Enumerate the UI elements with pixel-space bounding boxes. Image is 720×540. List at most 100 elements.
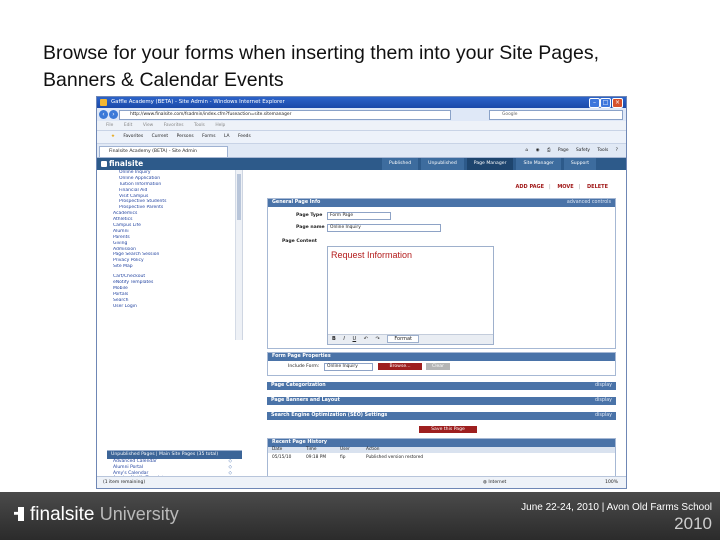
publish-icon[interactable]: ◇ (229, 488, 232, 489)
rich-text-editor[interactable]: Request Information B I U ↶ ↷ Format (327, 246, 494, 345)
undo-icon[interactable]: ↶ (364, 336, 368, 342)
maximize-icon[interactable]: □ (600, 98, 611, 108)
fav-link-current[interactable]: Current (152, 131, 169, 143)
include-form-input[interactable]: Online Inquiry (324, 363, 373, 371)
page-menu[interactable]: Page (558, 148, 569, 153)
command-bar: ⌂ ◉ ⎙ Page Safety Tools ? (520, 146, 618, 155)
delete-button[interactable]: DELETE (587, 184, 608, 190)
fav-link-persons[interactable]: Persons (177, 131, 194, 143)
page-type-select[interactable]: Form Page (327, 212, 391, 220)
tree-item-label: Giving (113, 240, 128, 246)
redo-icon[interactable]: ↷ (376, 336, 380, 342)
save-page-button[interactable]: Save this Page (419, 426, 477, 433)
tree-item-label: Tuition Information (119, 181, 162, 187)
fav-link-la[interactable]: LA (224, 131, 230, 143)
unpublished-item-label: Alumni Portal (113, 464, 144, 470)
page-editor: ADD PAGE | MOVE | DELETE General Page Info… (267, 170, 616, 486)
menu-bar: File Edit View Favorites Tools Help (97, 121, 626, 131)
action-divider: | (578, 184, 581, 190)
list-item[interactable]: Amy's Media Page Full ◇ (107, 488, 242, 489)
search-input[interactable]: Google (489, 110, 623, 120)
browse-button[interactable]: Browse... (378, 363, 422, 370)
tree-item-label: Financial Aid (119, 187, 148, 193)
tab-site-manager[interactable]: Site Manager (516, 158, 561, 170)
editor-content[interactable]: Request Information (331, 250, 412, 260)
favorites-button[interactable]: ★ Favorites (104, 131, 143, 143)
section-seo-settings[interactable]: Search Engine Optimization (SEO) Setting… (267, 412, 616, 420)
tree-item-label: Search (113, 297, 129, 303)
page-content: finalsite Published Unpublished Page Manag… (97, 158, 626, 488)
tab-support[interactable]: Support (563, 158, 597, 170)
help-icon[interactable]: ? (616, 148, 618, 153)
display-toggle[interactable]: display (595, 382, 612, 390)
tree-item-label: User Login (113, 303, 137, 309)
tree-item-label: Cart/Checkout (113, 274, 146, 280)
tab-unpublished[interactable]: Unpublished (421, 158, 464, 170)
browser-window: Gaffle Academy (BETA) - Site Admin - Win… (96, 96, 627, 489)
display-toggle[interactable]: display (595, 397, 612, 405)
menu-view[interactable]: View (143, 121, 153, 130)
site-tree: Online Inquiry▾Online Application▾Tuitio… (107, 170, 243, 340)
tree-item-label: Online Application (119, 175, 161, 181)
form-page-properties: Form Page Properties Include Form: Onlin… (267, 352, 616, 376)
history-header: Recent Page History (268, 439, 615, 447)
minimize-icon[interactable]: – (589, 98, 600, 108)
unpublished-item-label: Amy's Calendar (113, 470, 149, 476)
list-item[interactable]: Site Map▾ (107, 264, 242, 270)
safety-menu[interactable]: Safety (576, 148, 590, 153)
tree-item-label: Parents (113, 234, 130, 240)
page-name-input[interactable]: Online Inquiry (327, 224, 441, 232)
menu-tools[interactable]: Tools (194, 121, 205, 130)
zoom-level[interactable]: 100% (605, 477, 618, 488)
list-item[interactable]: User Login (107, 304, 242, 310)
tree-item-label: Athletics (113, 217, 133, 223)
col-action: Action (366, 447, 380, 452)
app-header: finalsite Published Unpublished Page Manag… (97, 158, 626, 170)
print-icon[interactable]: ⎙ (547, 148, 551, 153)
zone-label: Internet (488, 480, 507, 485)
section-page-categorization[interactable]: Page Categorization display (267, 382, 616, 390)
rss-icon[interactable]: ◉ (536, 148, 540, 153)
home-icon[interactable]: ⌂ (526, 148, 529, 153)
advanced-controls-link[interactable]: advanced controls (567, 199, 611, 207)
page-actions: ADD PAGE | MOVE | DELETE (511, 184, 608, 190)
menu-favorites[interactable]: Favorites (164, 121, 184, 130)
add-page-button[interactable]: ADD PAGE (516, 184, 545, 190)
history-user: fip (340, 455, 346, 460)
page-type-label: Page Type (296, 213, 323, 218)
section-page-banners[interactable]: Page Banners and Layout display (267, 397, 616, 405)
tab-page-manager[interactable]: Page Manager (466, 158, 514, 170)
history-columns: Date Time User Action (268, 447, 615, 453)
tree-scroll-thumb[interactable] (237, 174, 241, 220)
move-button[interactable]: MOVE (557, 184, 573, 190)
url-field[interactable]: http://www.finalsite.com/fsadmin/index.c… (119, 110, 451, 120)
bold-button[interactable]: B (332, 336, 336, 342)
tree-scrollbar[interactable] (235, 170, 242, 340)
fav-link-feeds[interactable]: Feeds (238, 131, 251, 143)
menu-edit[interactable]: Edit (124, 121, 133, 130)
tree-item-label: Privacy Policy (113, 258, 144, 264)
col-time: Time (306, 447, 317, 452)
forward-icon[interactable]: › (109, 110, 118, 119)
menu-file[interactable]: File (106, 121, 113, 130)
status-text: (1 item remaining) (103, 480, 146, 485)
underline-button[interactable]: U (352, 336, 356, 342)
tree-item-label: Alumni (113, 228, 129, 234)
clear-button[interactable]: Clear (426, 363, 450, 370)
tree-item-label: Prospective Parents (119, 205, 164, 211)
tools-menu[interactable]: Tools (597, 148, 608, 153)
table-row[interactable]: 05/15/10 09:18 PM fip Published version … (268, 455, 615, 461)
footer-brand: finalsite University (14, 502, 179, 527)
fav-link-forms[interactable]: Forms (202, 131, 215, 143)
back-icon[interactable]: ‹ (99, 110, 108, 119)
close-icon[interactable]: × (612, 98, 623, 108)
general-page-info-header: General Page Info advanced controls (268, 199, 615, 207)
section-label: Page Banners and Layout (271, 398, 340, 403)
browser-tab[interactable]: Finalsite Academy (BETA) - Site Admin (99, 146, 228, 157)
tab-published[interactable]: Published (382, 158, 419, 170)
format-select[interactable]: Format (387, 335, 419, 343)
col-user: User (340, 447, 350, 452)
menu-help[interactable]: Help (215, 121, 225, 130)
italic-button[interactable]: I (343, 336, 344, 342)
display-toggle[interactable]: display (595, 412, 612, 420)
